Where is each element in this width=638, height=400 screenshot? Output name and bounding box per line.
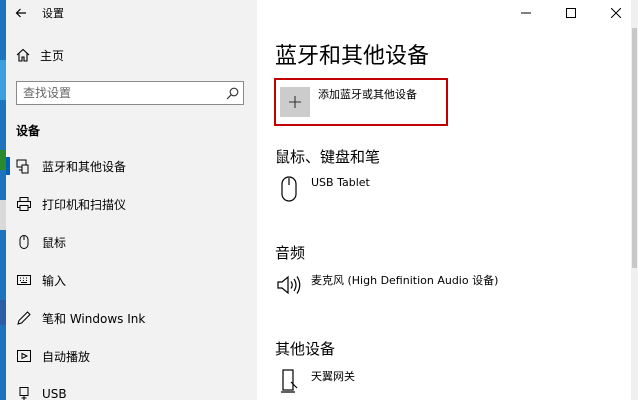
sidebar-item-label: 鼠标 bbox=[42, 235, 67, 250]
search-button[interactable] bbox=[221, 82, 243, 104]
minimize-button[interactable] bbox=[503, 0, 548, 26]
add-device-label: 添加蓝牙或其他设备 bbox=[318, 88, 417, 101]
search-icon bbox=[226, 87, 238, 99]
page-title: 蓝牙和其他设备 bbox=[275, 44, 430, 69]
add-device-button[interactable]: 添加蓝牙或其他设备 bbox=[274, 78, 448, 126]
group-heading-input-devices: 鼠标、键盘和笔 bbox=[275, 148, 381, 166]
sidebar-item-bluetooth[interactable]: 蓝牙和其他设备 bbox=[6, 150, 256, 182]
device-item[interactable]: USB Tablet bbox=[275, 174, 370, 206]
plus-icon bbox=[280, 87, 310, 117]
keyboard-icon bbox=[16, 272, 32, 288]
usb-icon bbox=[16, 386, 32, 400]
pen-icon bbox=[16, 310, 32, 326]
sidebar-item-label: 打印机和扫描仪 bbox=[42, 197, 127, 212]
scrollbar-thumb[interactable] bbox=[632, 28, 637, 268]
window-title: 设置 bbox=[42, 7, 64, 20]
close-icon bbox=[610, 8, 621, 18]
search-box bbox=[16, 81, 244, 105]
speaker-icon bbox=[275, 270, 303, 300]
sidebar-item-typing[interactable]: 输入 bbox=[6, 264, 256, 296]
sidebar-item-label: 输入 bbox=[42, 273, 67, 288]
autoplay-icon bbox=[16, 348, 32, 364]
mouse-icon bbox=[275, 174, 303, 204]
device-name: 天翼网关 bbox=[311, 370, 355, 383]
mouse-icon bbox=[16, 234, 32, 250]
device-item[interactable]: 天翼网关 bbox=[275, 366, 355, 398]
minimize-icon bbox=[520, 12, 531, 14]
home-icon bbox=[16, 48, 30, 62]
title-bar: 设置 bbox=[6, 0, 64, 26]
sidebar-item-printers[interactable]: 打印机和扫描仪 bbox=[6, 188, 256, 220]
sidebar-section-heading: 设备 bbox=[16, 124, 41, 138]
maximize-icon bbox=[565, 8, 576, 18]
device-item[interactable]: 麦克风 (High Definition Audio 设备) bbox=[275, 270, 498, 302]
group-heading-audio: 音频 bbox=[275, 244, 306, 262]
device-name: USB Tablet bbox=[311, 176, 370, 189]
sidebar-item-mouse[interactable]: 鼠标 bbox=[6, 226, 256, 258]
scrollbar[interactable] bbox=[631, 0, 638, 400]
sidebar-item-autoplay[interactable]: 自动播放 bbox=[6, 340, 256, 372]
search-input[interactable] bbox=[17, 83, 221, 103]
window-controls bbox=[503, 0, 638, 26]
active-indicator bbox=[6, 157, 10, 175]
bluetooth-devices-icon bbox=[16, 158, 32, 174]
sidebar-item-label: USB bbox=[42, 387, 67, 400]
sidebar-item-home[interactable]: 主页 bbox=[6, 42, 256, 68]
sidebar-item-label: 笔和 Windows Ink bbox=[42, 311, 146, 326]
back-arrow-icon bbox=[15, 8, 26, 18]
sidebar-item-pen[interactable]: 笔和 Windows Ink bbox=[6, 302, 256, 334]
maximize-button[interactable] bbox=[548, 0, 593, 26]
network-device-icon bbox=[275, 366, 303, 396]
sidebar-item-label: 自动播放 bbox=[42, 349, 91, 364]
sidebar-item-label: 主页 bbox=[40, 48, 65, 63]
sidebar-item-label: 蓝牙和其他设备 bbox=[42, 159, 127, 174]
sidebar-item-usb[interactable]: USB bbox=[6, 378, 256, 400]
device-name: 麦克风 (High Definition Audio 设备) bbox=[311, 274, 499, 287]
back-button[interactable] bbox=[6, 0, 36, 26]
group-heading-other-devices: 其他设备 bbox=[275, 340, 336, 358]
printer-icon bbox=[16, 196, 32, 212]
main-content: 蓝牙和其他设备 添加蓝牙或其他设备 鼠标、键盘和笔 USB Tablet 音频 … bbox=[257, 0, 631, 400]
